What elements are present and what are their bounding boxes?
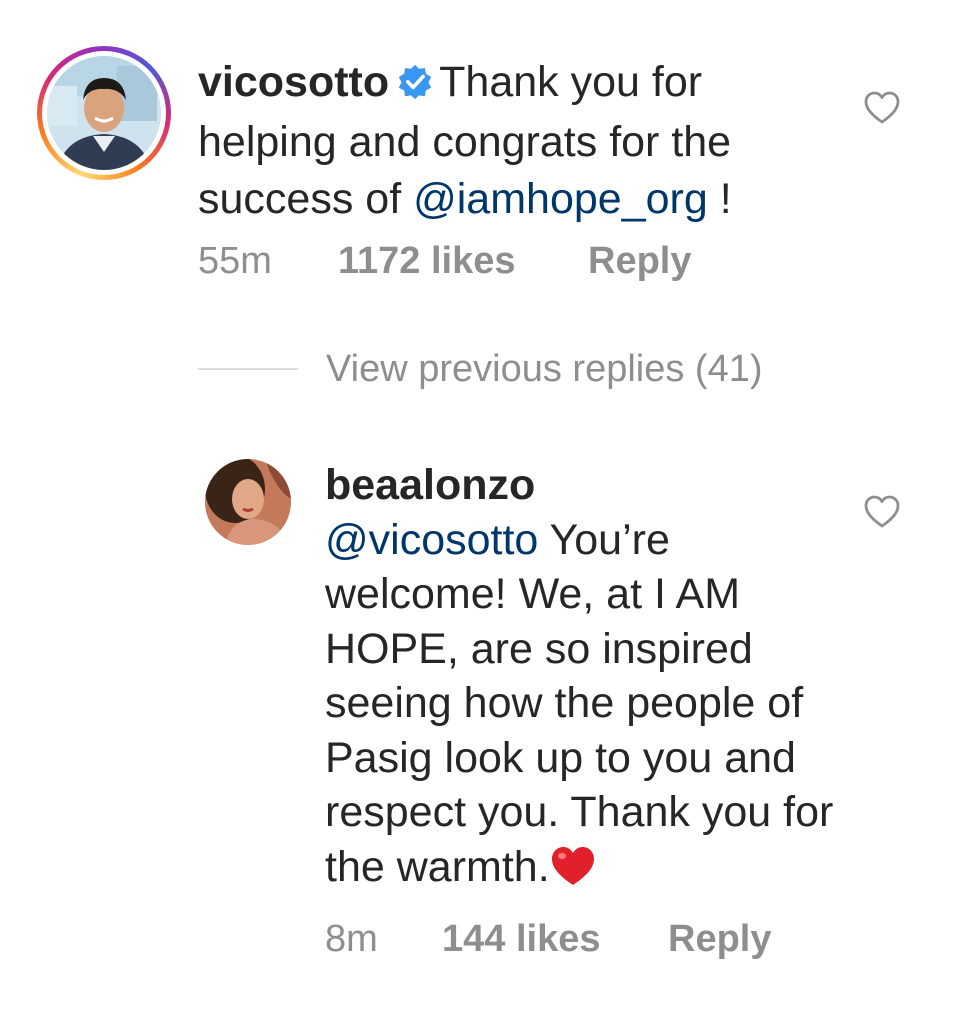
username-vicosotto[interactable]: vicosotto [198, 58, 389, 106]
verified-badge-icon [397, 57, 433, 114]
view-previous-replies-button[interactable]: View previous replies (41) [326, 348, 763, 391]
likes-count-button[interactable]: 144 likes [442, 918, 600, 961]
comment-text-beaalonzo: beaalonzo @vicosotto You’re welcome! We, … [325, 458, 845, 900]
reply-button[interactable]: Reply [588, 240, 691, 283]
divider-line [198, 368, 298, 370]
avatar-vicosotto[interactable] [37, 46, 171, 180]
red-heart-emoji-icon [550, 845, 596, 901]
reply-button[interactable]: Reply [668, 918, 771, 961]
avatar-photo [47, 56, 161, 170]
like-heart-icon[interactable] [862, 88, 902, 133]
mention-link[interactable]: @vicosotto [325, 516, 538, 564]
comment-time: 8m [325, 918, 378, 960]
like-heart-icon[interactable] [862, 492, 902, 537]
likes-count-button[interactable]: 1172 likes [338, 240, 516, 283]
comment-text-vicosotto: vicosotto Thank you for helping and congr… [198, 57, 732, 223]
avatar-beaalonzo[interactable] [205, 459, 291, 545]
mention-link[interactable]: @iamhope_org [413, 175, 708, 223]
username-beaalonzo[interactable]: beaalonzo [325, 458, 845, 513]
comment-time: 55m [198, 240, 272, 282]
